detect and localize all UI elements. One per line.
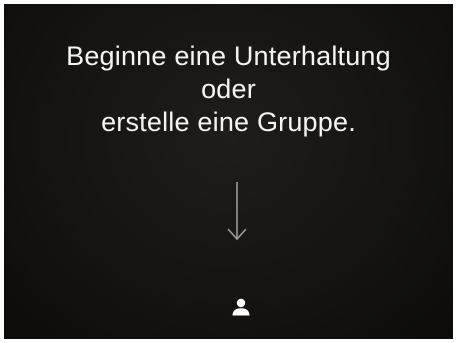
empty-state-line-2: oder bbox=[201, 74, 256, 104]
chat-empty-screen: Beginne eine Unterhaltung oder erstelle … bbox=[4, 4, 453, 339]
empty-state-line-3: erstelle eine Gruppe. bbox=[101, 107, 356, 137]
empty-state-message: Beginne eine Unterhaltung oder erstelle … bbox=[4, 40, 453, 139]
person-icon bbox=[232, 298, 250, 316]
arrow-down-icon bbox=[227, 182, 247, 241]
new-contact-button[interactable] bbox=[226, 292, 256, 322]
empty-state-line-1: Beginne eine Unterhaltung bbox=[66, 41, 391, 71]
